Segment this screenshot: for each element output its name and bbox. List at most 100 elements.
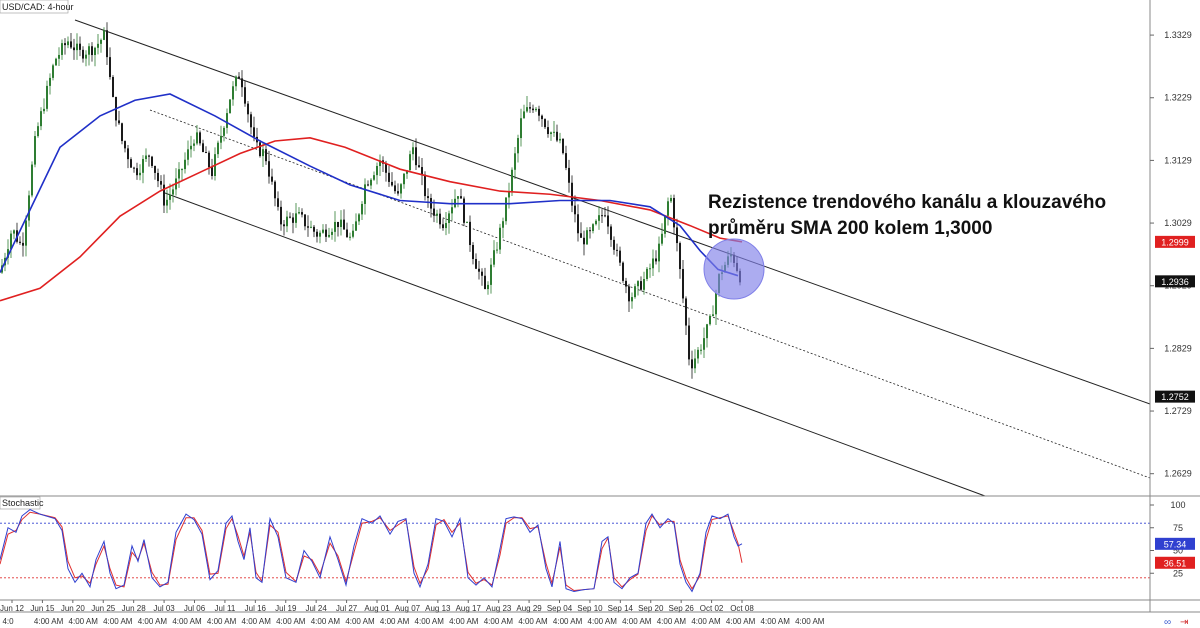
- candle-body: [340, 219, 342, 228]
- candle-body: [337, 221, 339, 228]
- candle-body: [49, 77, 51, 86]
- candle-body: [352, 230, 354, 237]
- candle-body: [100, 39, 102, 44]
- candle-body: [508, 192, 510, 198]
- candle-body: [391, 181, 393, 186]
- candle-body: [70, 41, 72, 48]
- stochastic-panel: Stochastic: [0, 496, 1150, 593]
- candle-body: [505, 197, 507, 222]
- candle-body: [292, 217, 294, 223]
- candle-body: [145, 155, 147, 159]
- stoch-tag-label: 36.51: [1164, 558, 1187, 568]
- candle-body: [598, 215, 600, 221]
- candle-body: [643, 278, 645, 290]
- date-tick-label: Jul 24: [305, 604, 327, 613]
- candle-body: [460, 196, 462, 199]
- candle-body: [298, 212, 300, 214]
- candle-body: [37, 126, 39, 137]
- stoch-tag-label: 57.34: [1164, 539, 1187, 549]
- candle-body: [445, 223, 447, 229]
- candle-body: [22, 242, 24, 246]
- candle-body: [478, 268, 480, 272]
- candle-body: [208, 152, 210, 168]
- candle-body: [415, 147, 417, 166]
- candle-body: [712, 314, 714, 317]
- candle-body: [307, 226, 309, 228]
- date-tick-label: Aug 07: [395, 604, 421, 613]
- candle-body: [73, 47, 75, 51]
- candle-body: [178, 169, 180, 179]
- candle-body: [346, 229, 348, 238]
- candle-body: [493, 250, 495, 265]
- time-tick-label: 4:00 AM: [657, 617, 687, 626]
- candle-body: [160, 181, 162, 185]
- candle-body: [289, 216, 291, 218]
- candle-body: [349, 236, 351, 238]
- usdcad-chart: Stochastic 1.33291.32291.31291.30291.292…: [0, 0, 1200, 628]
- time-tick-label: 4:00 AM: [380, 617, 410, 626]
- candle-body: [409, 154, 411, 171]
- candle-body: [259, 142, 261, 157]
- candle-body: [106, 30, 108, 58]
- annotation-line-2: průměru SMA 200 kolem 1,3000: [708, 218, 992, 239]
- date-tick-label: Jun 25: [91, 604, 116, 613]
- candle-body: [559, 138, 561, 141]
- candle-body: [238, 76, 240, 79]
- candle-body: [55, 58, 57, 66]
- candle-body: [88, 46, 90, 55]
- candle-body: [583, 237, 585, 245]
- candle-body: [82, 49, 84, 59]
- candle-body: [244, 87, 246, 104]
- candle-body: [490, 264, 492, 285]
- candle-body: [412, 147, 414, 155]
- candle-body: [133, 167, 135, 169]
- candle-body: [253, 127, 255, 137]
- candle-body: [229, 99, 231, 114]
- stochastic-title: Stochastic: [2, 498, 44, 508]
- candle-body: [607, 215, 609, 227]
- candle-body: [586, 230, 588, 245]
- candle-body: [328, 234, 330, 237]
- candle-body: [601, 215, 603, 217]
- candle-body: [625, 280, 627, 287]
- candle-body: [118, 120, 120, 124]
- date-tick-label: Aug 01: [364, 604, 390, 613]
- candle-body: [523, 111, 525, 119]
- time-tick-label: 4:00 AM: [34, 617, 64, 626]
- time-tick-label: 4:00 AM: [276, 617, 306, 626]
- time-tick-label: 4:00 AM: [518, 617, 548, 626]
- candle-body: [295, 213, 297, 223]
- date-tick-label: Aug 17: [456, 604, 482, 613]
- date-tick-label: Sep 04: [547, 604, 573, 613]
- candle-body: [301, 212, 303, 215]
- candle-body: [127, 148, 129, 160]
- candle-body: [706, 324, 708, 339]
- candle-body: [451, 207, 453, 214]
- candle-body: [112, 77, 114, 97]
- candle-body: [589, 230, 591, 232]
- time-tick-label: 4:00 AM: [553, 617, 583, 626]
- candle-body: [85, 54, 87, 59]
- time-tick-label: 4:00 AM: [449, 617, 479, 626]
- price-tick-label: 1.2629: [1164, 469, 1192, 479]
- candle-body: [529, 107, 531, 109]
- candle-body: [355, 221, 357, 231]
- candle-body: [274, 181, 276, 199]
- link-icon: ∞: [1164, 617, 1171, 628]
- date-tick-label: Aug 13: [425, 604, 451, 613]
- time-tick-label: 4:00 AM: [588, 617, 618, 626]
- candle-body: [655, 258, 657, 262]
- candle-body: [331, 231, 333, 235]
- price-tick-label: 1.3029: [1164, 218, 1192, 228]
- candle-body: [361, 203, 363, 215]
- candle-body: [535, 108, 537, 111]
- candle-body: [466, 221, 468, 223]
- candle-body: [154, 165, 156, 173]
- candle-body: [664, 215, 666, 234]
- time-tick-label: 4:00 AM: [622, 617, 652, 626]
- candle-body: [64, 43, 66, 46]
- candle-body: [499, 227, 501, 250]
- candle-body: [517, 138, 519, 154]
- annotation-line-1: Rezistence trendového kanálu a klouzavéh…: [708, 192, 1106, 213]
- candle-body: [319, 232, 321, 237]
